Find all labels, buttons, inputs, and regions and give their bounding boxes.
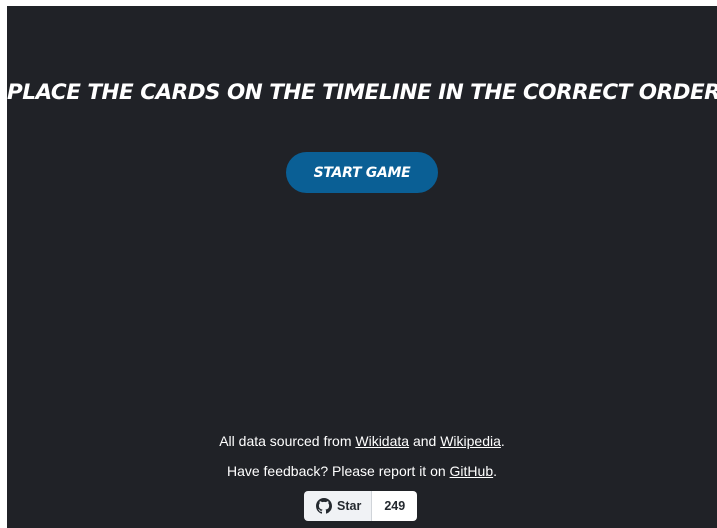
page-title: PLACE THE CARDS ON THE TIMELINE IN THE C…	[7, 80, 717, 105]
github-icon	[316, 498, 332, 514]
github-star-label: Star	[337, 499, 362, 513]
feedback-note: Have feedback? Please report it on GitHu…	[7, 463, 717, 479]
github-star-count[interactable]: 249	[372, 491, 418, 521]
github-link[interactable]: GitHub	[450, 463, 494, 479]
data-source-text-suffix: .	[500, 433, 505, 449]
feedback-text-suffix: .	[493, 463, 498, 479]
wikidata-link[interactable]: Wikidata	[355, 433, 409, 449]
app-container: PLACE THE CARDS ON THE TIMELINE IN THE C…	[7, 6, 717, 528]
github-star-widget: Star 249	[304, 491, 418, 521]
data-source-note: All data sourced from Wikidata and Wikip…	[7, 433, 717, 449]
data-source-text-prefix: All data sourced from	[219, 433, 356, 449]
start-game-button[interactable]: START GAME	[286, 152, 438, 193]
data-source-text-middle: and	[409, 433, 441, 449]
wikipedia-link[interactable]: Wikipedia	[440, 433, 501, 449]
feedback-text-prefix: Have feedback? Please report it on	[226, 463, 450, 479]
github-star-button[interactable]: Star	[304, 491, 373, 521]
